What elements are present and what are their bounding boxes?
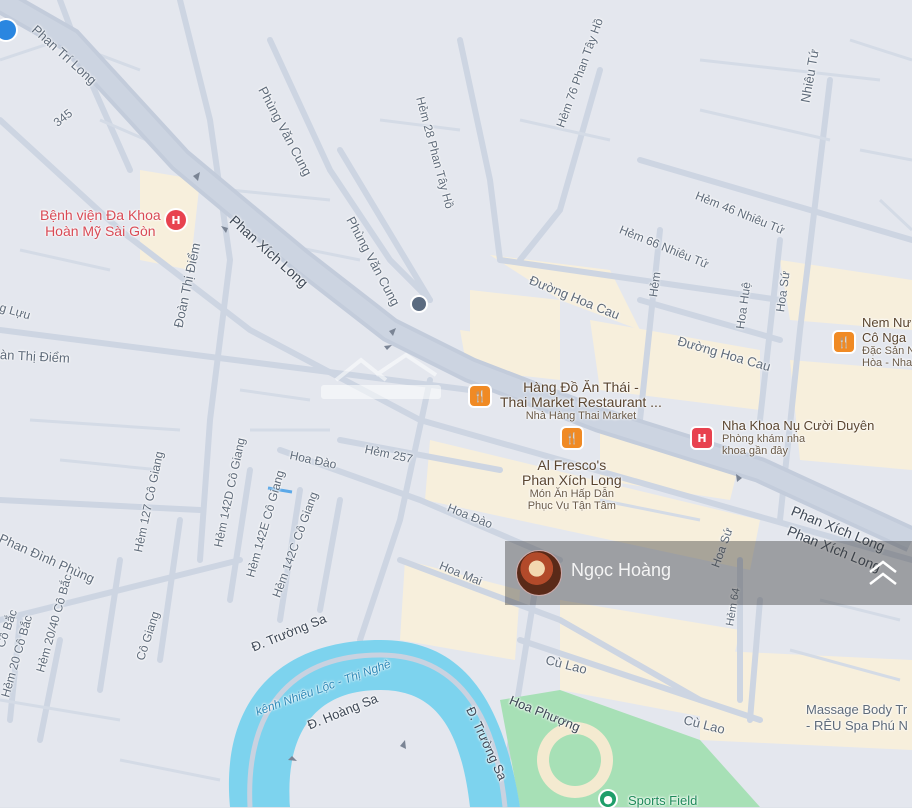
nha-khoa-label[interactable]: Nha Khoa Nụ Cười Duyên Phòng khám nha kh…	[722, 418, 874, 457]
nem-nuong-label[interactable]: Nem Nư Cô Nga Đặc Sản N Hòa - Nha	[862, 315, 912, 369]
park-pin-icon[interactable]: ●	[600, 791, 616, 807]
restaurant-icon[interactable]: 🍴	[470, 386, 490, 406]
restaurant-icon[interactable]: 🍴	[834, 332, 854, 352]
map-canvas[interactable]	[0, 0, 912, 807]
alfresco-label[interactable]: Al Fresco's Phan Xích Long Món Ăn Hấp Dẫ…	[522, 458, 622, 513]
hospital-label[interactable]: Bệnh viện Đa Khoa Hoàn Mỹ Sài Gòn	[40, 207, 161, 239]
restaurant-icon[interactable]: 🍴	[562, 428, 582, 448]
avatar[interactable]	[516, 550, 562, 596]
thai-market-label[interactable]: Hàng Đồ Ăn Thái - Thai Market Restaurant…	[500, 380, 662, 423]
massage-label[interactable]: Massage Body Tr - RÊU Spa Phú N	[806, 702, 908, 734]
hospital-icon[interactable]: H	[692, 428, 712, 448]
user-overlay-bar[interactable]	[505, 541, 912, 605]
hospital-icon[interactable]: H	[166, 210, 186, 230]
sports-field-label[interactable]: Sports Field	[628, 793, 697, 808]
user-name: Ngọc Hoàng	[571, 560, 672, 580]
bus-stop-icon[interactable]	[412, 297, 426, 311]
double-chevron-up-icon[interactable]	[866, 556, 900, 590]
watermark-logo	[316, 350, 446, 410]
